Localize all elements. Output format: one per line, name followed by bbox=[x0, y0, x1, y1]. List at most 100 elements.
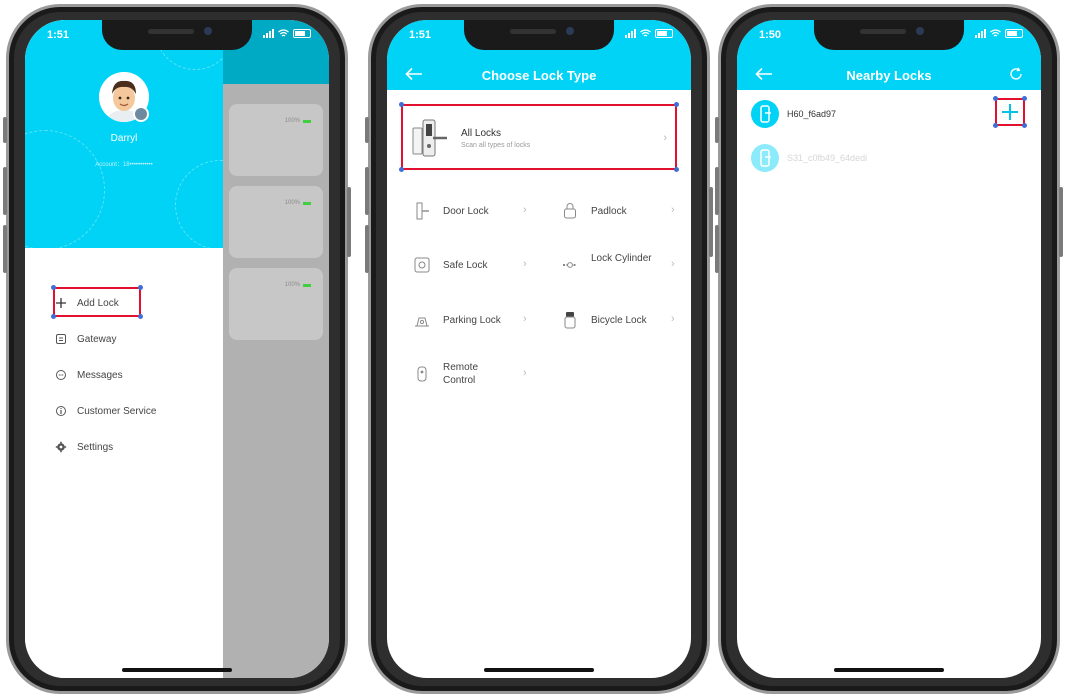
screen-1: 100% 100% 100% Darryl Account：18••••••••… bbox=[25, 20, 329, 678]
battery-status-icon bbox=[293, 29, 311, 38]
chevron-right-icon: › bbox=[523, 313, 527, 325]
user-name: Darryl bbox=[110, 133, 138, 144]
lock-type-label: Door Lock bbox=[443, 206, 489, 217]
nearby-lock-row[interactable]: S31_c0fb49_64dedi bbox=[751, 144, 1031, 174]
drawer-header: Darryl Account：18••••••••••• bbox=[25, 20, 223, 248]
lock-type-label: Safe Lock bbox=[443, 260, 488, 271]
chevron-right-icon: › bbox=[671, 204, 675, 216]
screen-2: Choose Lock Type All Locks Scan all type… bbox=[387, 20, 691, 678]
wifi-icon bbox=[640, 29, 651, 37]
add-lock-button[interactable] bbox=[993, 96, 1027, 128]
lock-name: H60_f6ad97 bbox=[787, 109, 837, 119]
status-time: 1:51 bbox=[409, 29, 432, 41]
menu-item-customer-service[interactable]: Customer Service bbox=[55, 402, 215, 420]
battery-icon bbox=[303, 201, 311, 205]
notch bbox=[814, 20, 964, 50]
lock-type-door-lock[interactable]: Door Lock › bbox=[401, 196, 541, 226]
lock-type-label: Bicycle Lock bbox=[591, 315, 647, 326]
nearby-lock-row[interactable]: H60_f6ad97 bbox=[751, 96, 1031, 130]
lock-name: S31_c0fb49_64dedi bbox=[787, 153, 868, 163]
chevron-right-icon: › bbox=[663, 132, 667, 144]
lock-type-bicycle-lock[interactable]: Bicycle Lock › bbox=[549, 305, 689, 335]
mute-switch bbox=[715, 117, 719, 143]
status-time: 1:51 bbox=[47, 29, 70, 41]
battery-icon bbox=[303, 119, 311, 123]
wifi-icon bbox=[990, 29, 1001, 37]
menu-item-settings[interactable]: Settings bbox=[55, 438, 215, 456]
battery-percent: 100% bbox=[284, 118, 300, 124]
menu-item-label: Gateway bbox=[77, 333, 117, 345]
lock-type-padlock[interactable]: Padlock › bbox=[549, 196, 689, 226]
dimmed-background[interactable]: 100% 100% 100% bbox=[223, 20, 329, 678]
page-title: Choose Lock Type bbox=[481, 68, 597, 83]
safe-icon bbox=[414, 257, 430, 273]
phone-frame-1: 100% 100% 100% Darryl Account：18••••••••… bbox=[3, 4, 351, 694]
menu-item-label: Messages bbox=[77, 369, 123, 381]
status-time: 1:50 bbox=[759, 29, 782, 41]
lock-type-parking-lock[interactable]: Parking Lock › bbox=[401, 305, 541, 335]
lock-type-label: Parking Lock bbox=[443, 315, 501, 326]
lock-type-label: Remote Control bbox=[443, 362, 479, 386]
menu-item-gateway[interactable]: Gateway bbox=[55, 330, 215, 348]
lock-device-icon bbox=[751, 100, 779, 128]
account-number: Account：18••••••••••• bbox=[95, 162, 153, 168]
battery-icon bbox=[303, 283, 311, 287]
battery-percent: 100% bbox=[284, 282, 300, 288]
battery-status-icon bbox=[655, 29, 673, 38]
notch bbox=[102, 20, 252, 50]
parking-lock-icon bbox=[415, 317, 429, 327]
all-locks-title: All Locks bbox=[461, 128, 502, 139]
all-locks-subtitle: Scan all types of locks bbox=[461, 142, 531, 149]
volume-up-button bbox=[365, 167, 369, 215]
wifi-icon bbox=[278, 29, 289, 37]
lock-card: 100% bbox=[229, 104, 323, 176]
chevron-right-icon: › bbox=[523, 204, 527, 216]
lock-card: 100% bbox=[229, 268, 323, 340]
chevron-right-icon: › bbox=[523, 258, 527, 270]
highlight-box-add-lock bbox=[51, 285, 143, 319]
power-button bbox=[709, 187, 713, 257]
phone-frame-2: Choose Lock Type All Locks Scan all type… bbox=[365, 4, 713, 694]
page-title: Nearby Locks bbox=[846, 68, 932, 83]
gateway-icon bbox=[55, 333, 67, 345]
notch bbox=[464, 20, 614, 50]
bicycle-lock-icon bbox=[564, 312, 576, 329]
mute-switch bbox=[3, 117, 7, 143]
camera-badge-icon[interactable] bbox=[133, 106, 149, 122]
lock-type-label: Padlock bbox=[591, 206, 627, 217]
chevron-right-icon: › bbox=[671, 313, 675, 325]
power-button bbox=[1059, 187, 1063, 257]
volume-up-button bbox=[715, 167, 719, 215]
info-icon bbox=[55, 405, 67, 417]
power-button bbox=[347, 187, 351, 257]
remote-icon bbox=[417, 366, 427, 382]
signal-icon bbox=[263, 29, 274, 38]
all-locks-option[interactable]: All Locks Scan all types of locks › bbox=[399, 102, 679, 172]
volume-down-button bbox=[365, 225, 369, 273]
home-indicator[interactable] bbox=[834, 668, 944, 672]
battery-status-icon bbox=[1005, 29, 1023, 38]
chevron-right-icon: › bbox=[671, 258, 675, 270]
message-icon bbox=[55, 369, 67, 381]
chevron-right-icon: › bbox=[523, 367, 527, 379]
plus-icon bbox=[1002, 104, 1018, 120]
door-lock-icon bbox=[416, 202, 429, 220]
lock-type-safe-lock[interactable]: Safe Lock › bbox=[401, 250, 541, 280]
mute-switch bbox=[365, 117, 369, 143]
phone-frame-3: Nearby Locks H60_f6ad97 S31_c0fb49_64ded… bbox=[715, 4, 1063, 694]
menu-item-messages[interactable]: Messages bbox=[55, 366, 215, 384]
home-indicator[interactable] bbox=[122, 668, 232, 672]
signal-icon bbox=[975, 29, 986, 38]
refresh-icon[interactable] bbox=[1009, 67, 1023, 81]
lock-card: 100% bbox=[229, 186, 323, 258]
lock-type-remote-control[interactable]: Remote Control › bbox=[401, 359, 541, 389]
battery-percent: 100% bbox=[284, 200, 300, 206]
lock-type-lock-cylinder[interactable]: Lock Cylinder › bbox=[549, 250, 689, 280]
home-indicator[interactable] bbox=[484, 668, 594, 672]
side-drawer: Darryl Account：18••••••••••• Add Lock Ga… bbox=[25, 20, 223, 678]
volume-down-button bbox=[715, 225, 719, 273]
lock-device-icon bbox=[751, 144, 779, 172]
lock-type-label: Lock Cylinder bbox=[591, 253, 652, 264]
cylinder-icon bbox=[563, 262, 577, 268]
signal-icon bbox=[625, 29, 636, 38]
